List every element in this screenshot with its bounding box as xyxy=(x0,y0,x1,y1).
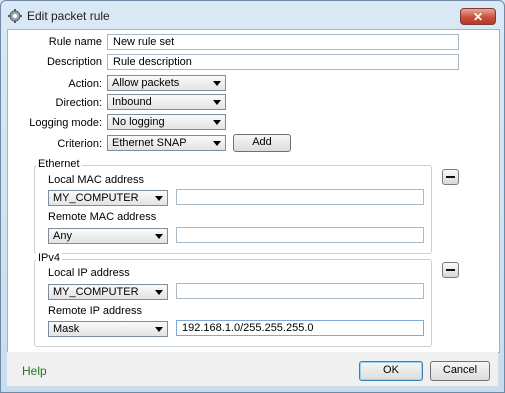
remote-ip-select-value: Mask xyxy=(53,323,80,335)
minus-icon xyxy=(446,176,455,178)
remove-ipv4-button[interactable] xyxy=(442,262,459,278)
close-button[interactable]: ✕ xyxy=(460,8,496,25)
ethernet-group-title: Ethernet xyxy=(36,158,82,170)
criterion-select-value: Ethernet SNAP xyxy=(112,137,187,149)
title-bar: Edit packet rule ✕ xyxy=(1,1,504,31)
chevron-down-icon xyxy=(155,290,163,295)
local-ip-select[interactable]: MY_COMPUTER xyxy=(48,284,168,300)
direction-label: Direction: xyxy=(55,97,102,109)
description-field[interactable]: Rule description xyxy=(107,54,459,70)
cancel-button[interactable]: Cancel xyxy=(430,361,490,381)
remove-ethernet-button[interactable] xyxy=(442,169,459,185)
direction-select-value: Inbound xyxy=(112,96,152,108)
logging-mode-select-value: No logging xyxy=(112,116,165,128)
local-mac-select[interactable]: MY_COMPUTER xyxy=(48,190,168,206)
criterion-label: Criterion: xyxy=(57,138,102,150)
add-criterion-button[interactable]: Add xyxy=(233,134,291,152)
gear-icon xyxy=(8,9,22,23)
local-mac-field[interactable] xyxy=(176,189,424,205)
action-select-value: Allow packets xyxy=(112,77,180,89)
direction-select[interactable]: Inbound xyxy=(107,94,226,110)
local-ip-label: Local IP address xyxy=(48,267,130,279)
rule-name-label: Rule name xyxy=(48,36,102,48)
remote-mac-select-value: Any xyxy=(53,230,72,242)
chevron-down-icon xyxy=(213,100,221,105)
dialog-footer xyxy=(7,352,498,386)
criterion-select[interactable]: Ethernet SNAP xyxy=(107,135,226,151)
local-ip-field[interactable] xyxy=(176,283,424,299)
chevron-down-icon xyxy=(155,327,163,332)
description-label: Description xyxy=(46,56,102,68)
action-select[interactable]: Allow packets xyxy=(107,75,226,91)
ipv4-group-title: IPv4 xyxy=(36,252,63,264)
logging-mode-label: Logging mode: xyxy=(29,117,102,129)
chevron-down-icon xyxy=(213,81,221,86)
local-mac-select-value: MY_COMPUTER xyxy=(53,192,139,204)
rule-name-field[interactable]: New rule set xyxy=(107,34,459,50)
chevron-down-icon xyxy=(155,196,163,201)
chevron-down-icon xyxy=(213,141,221,146)
local-mac-label: Local MAC address xyxy=(48,174,144,186)
remote-ip-select[interactable]: Mask xyxy=(48,321,168,337)
ok-button[interactable]: OK xyxy=(359,361,423,381)
help-link[interactable]: Help xyxy=(22,364,47,378)
remote-mac-label: Remote MAC address xyxy=(48,211,157,223)
chevron-down-icon xyxy=(155,234,163,239)
minus-icon xyxy=(446,269,455,271)
chevron-down-icon xyxy=(213,120,221,125)
remote-ip-field[interactable]: 192.168.1.0/255.255.255.0 xyxy=(176,320,424,336)
logging-mode-select[interactable]: No logging xyxy=(107,114,226,130)
window-title: Edit packet rule xyxy=(27,9,110,23)
remote-mac-field[interactable] xyxy=(176,227,424,243)
local-ip-select-value: MY_COMPUTER xyxy=(53,286,139,298)
remote-ip-label: Remote IP address xyxy=(48,305,142,317)
remote-mac-select[interactable]: Any xyxy=(48,228,168,244)
action-label: Action: xyxy=(68,78,102,90)
